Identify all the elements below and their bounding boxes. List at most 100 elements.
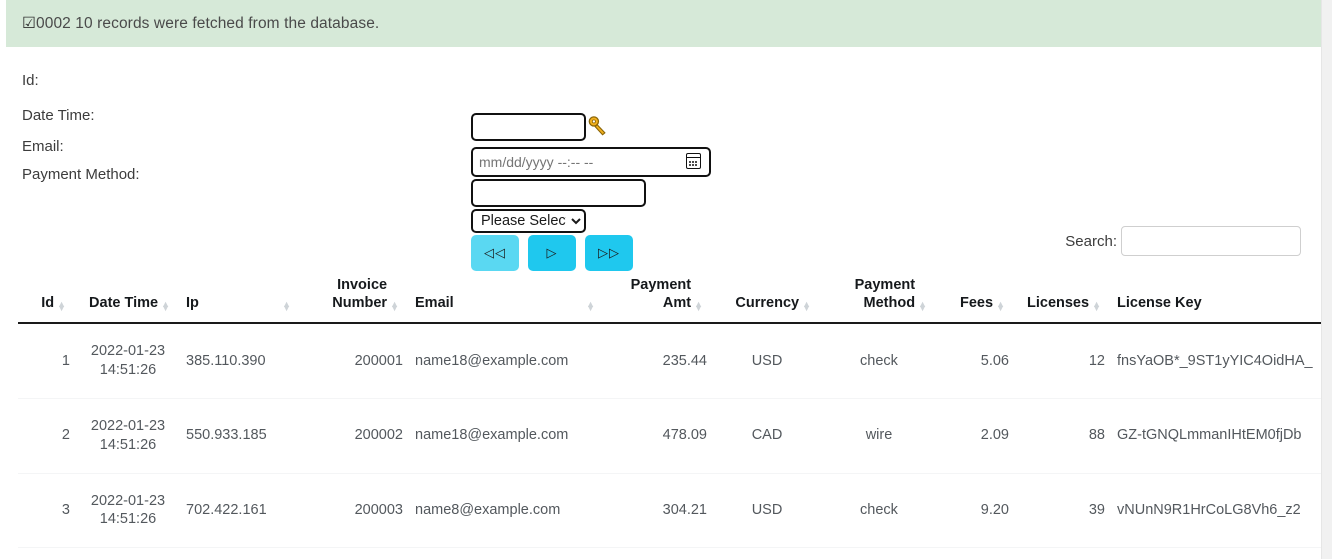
search-input[interactable] xyxy=(1121,226,1301,256)
table-row[interactable]: 3 2022-01-23 14:51:26 702.422.161 200003… xyxy=(18,473,1322,548)
cell-email: name13@example.com xyxy=(409,548,605,559)
column-header-date-time[interactable]: Date Time ▲▼ xyxy=(76,270,180,323)
column-header-invoice-number[interactable]: Invoice Number ▲▼ xyxy=(301,270,409,323)
cell-payment-amt: 387.79 xyxy=(605,548,713,559)
cell-date-time: 2022-01-23 14:51:26 xyxy=(76,548,180,559)
sort-icon-ip[interactable]: ▲▼ xyxy=(282,302,291,312)
cell-licenses: 12 xyxy=(1015,323,1111,398)
cell-payment-method: check xyxy=(821,473,937,548)
cell-currency: USD xyxy=(713,548,821,559)
cell-invoice-number: 200001 xyxy=(301,323,409,398)
cell-licenses: 39 xyxy=(1015,473,1111,548)
column-label-license-key: License Key xyxy=(1117,294,1202,312)
cell-invoice-number: 200002 xyxy=(301,398,409,473)
column-header-email[interactable]: Email ▲▼ xyxy=(409,270,605,323)
sort-icon-invoice-number[interactable]: ▲▼ xyxy=(390,302,399,312)
sort-icon-id[interactable]: ▲▼ xyxy=(57,302,66,312)
sort-icon-payment-method[interactable]: ▲▼ xyxy=(918,302,927,312)
cell-license-key: vNUnN9R1HrCoLG8Vh6_z2 xyxy=(1111,473,1322,548)
column-label-licenses: Licenses xyxy=(1021,294,1089,312)
id-input[interactable] xyxy=(471,113,586,141)
page-scrollbar[interactable] xyxy=(1321,0,1332,559)
column-header-payment-amt[interactable]: Payment Amt ▲▼ xyxy=(605,270,713,323)
calendar-icon[interactable] xyxy=(686,153,701,169)
payment-method-field-wrap: Please Select xyxy=(471,209,586,233)
table-row[interactable]: 1 2022-01-23 14:51:26 385.110.390 200001… xyxy=(18,323,1322,398)
first-page-button[interactable]: ◁◁ xyxy=(471,235,519,271)
column-label-payment-amt: Payment Amt xyxy=(611,276,691,312)
sort-icon-payment-amt[interactable]: ▲▼ xyxy=(694,302,703,312)
cell-ip: 316.550.324 xyxy=(180,548,301,559)
cell-license-key: GZ-tGNQLmmanIHtEM0fjDb xyxy=(1111,398,1322,473)
email-input[interactable] xyxy=(471,179,646,207)
key-icon[interactable] xyxy=(587,115,609,137)
cell-licenses: 88 xyxy=(1015,398,1111,473)
cell-date-time: 2022-01-23 14:51:26 xyxy=(76,398,180,473)
column-header-fees[interactable]: Fees ▲▼ xyxy=(937,270,1015,323)
column-header-payment-method[interactable]: Payment Method ▲▼ xyxy=(821,270,937,323)
next-page-button[interactable]: ▷ xyxy=(528,235,576,271)
payment-method-row: Payment Method: xyxy=(22,159,140,189)
table-header: Id ▲▼ Date Time ▲▼ Ip ▲▼ xyxy=(18,270,1322,323)
sort-icon-email[interactable]: ▲▼ xyxy=(586,302,595,312)
sort-icon-date-time[interactable]: ▲▼ xyxy=(161,302,170,312)
sort-icon-fees[interactable]: ▲▼ xyxy=(996,302,1005,312)
email-field-wrap xyxy=(471,179,646,207)
id-field-wrap xyxy=(471,113,586,141)
sort-icon-currency[interactable]: ▲▼ xyxy=(802,302,811,312)
cell-license-key: fnsYaOB*_9ST1yYIC4OidHA_ xyxy=(1111,323,1322,398)
datetime-field-wrap xyxy=(471,147,711,177)
filter-form: Id: Date Time: Email: Payment Method: xyxy=(0,47,1322,227)
cell-fees: 2.09 xyxy=(937,398,1015,473)
column-header-ip[interactable]: Ip ▲▼ xyxy=(180,270,301,323)
cell-licenses: 2 xyxy=(1015,548,1111,559)
column-label-currency: Currency xyxy=(719,294,799,312)
cell-payment-amt: 304.21 xyxy=(605,473,713,548)
cell-email: name18@example.com xyxy=(409,323,605,398)
cell-payment-method: credit_card xyxy=(821,548,937,559)
column-header-license-key[interactable]: License Key ▲▼ xyxy=(1111,270,1322,323)
column-label-fees: Fees xyxy=(943,294,993,312)
cell-fees: 9.20 xyxy=(937,473,1015,548)
page-root: ☑0002 10 records were fetched from the d… xyxy=(0,0,1322,559)
column-header-id[interactable]: Id ▲▼ xyxy=(18,270,76,323)
cell-id: 2 xyxy=(18,398,76,473)
records-table-wrap: Id ▲▼ Date Time ▲▼ Ip ▲▼ xyxy=(18,270,1310,559)
cell-currency: USD xyxy=(713,473,821,548)
cell-ip: 385.110.390 xyxy=(180,323,301,398)
datetime-label: Date Time: xyxy=(22,107,95,124)
datetime-input[interactable] xyxy=(471,147,711,177)
column-label-date-time: Date Time xyxy=(82,294,158,312)
table-header-row: Id ▲▼ Date Time ▲▼ Ip ▲▼ xyxy=(18,270,1322,323)
cell-payment-amt: 235.44 xyxy=(605,323,713,398)
cell-currency: USD xyxy=(713,323,821,398)
cell-email: name18@example.com xyxy=(409,398,605,473)
cell-id: 4 xyxy=(18,548,76,559)
column-label-ip: Ip xyxy=(186,294,199,312)
status-banner-text: ☑0002 10 records were fetched from the d… xyxy=(6,14,379,33)
pagination-buttons: ◁◁ ▷ ▷▷ xyxy=(471,235,633,271)
email-row: Email: xyxy=(22,131,64,161)
column-label-email: Email xyxy=(415,294,454,312)
payment-method-label: Payment Method: xyxy=(22,166,140,183)
cell-invoice-number: 200003 xyxy=(301,473,409,548)
table-row[interactable]: 2 2022-01-23 14:51:26 550.933.185 200002… xyxy=(18,398,1322,473)
column-header-currency[interactable]: Currency ▲▼ xyxy=(713,270,821,323)
last-page-button[interactable]: ▷▷ xyxy=(585,235,633,271)
cell-fees: 5.06 xyxy=(937,323,1015,398)
cell-email: name8@example.com xyxy=(409,473,605,548)
table-row[interactable]: 4 2022-01-23 14:51:26 316.550.324 200004… xyxy=(18,548,1322,559)
checkbox-checked-icon: ☑ xyxy=(22,15,36,32)
cell-id: 3 xyxy=(18,473,76,548)
payment-method-select[interactable]: Please Select xyxy=(471,209,586,233)
cell-ip: 550.933.185 xyxy=(180,398,301,473)
column-header-licenses[interactable]: Licenses ▲▼ xyxy=(1015,270,1111,323)
column-label-id: Id xyxy=(24,294,54,312)
sort-icon-licenses[interactable]: ▲▼ xyxy=(1092,302,1101,312)
cell-payment-amt: 478.09 xyxy=(605,398,713,473)
cell-date-time: 2022-01-23 14:51:26 xyxy=(76,473,180,548)
cell-fees: 8.05 xyxy=(937,548,1015,559)
cell-id: 1 xyxy=(18,323,76,398)
search-label: Search: xyxy=(1065,233,1117,250)
cell-payment-method: check xyxy=(821,323,937,398)
